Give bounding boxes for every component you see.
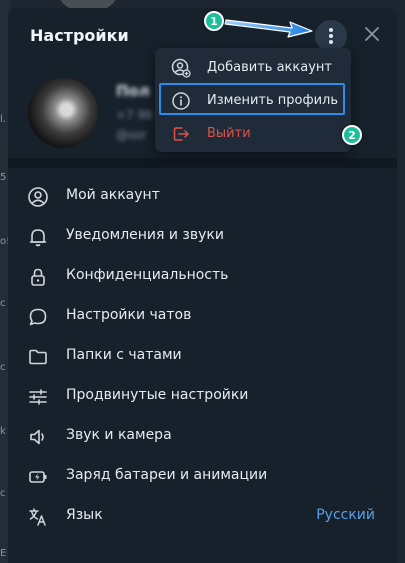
profile-name: Пол	[116, 82, 150, 100]
background-text: E	[0, 548, 7, 559]
settings-item-label: Продвинутые настройки	[66, 387, 249, 403]
settings-item-chat-settings[interactable]: Настройки чатов	[8, 296, 397, 336]
chat-icon	[29, 308, 47, 326]
menu-item-label: Добавить аккаунт	[207, 60, 332, 75]
avatar[interactable]	[28, 78, 98, 148]
settings-item-advanced[interactable]: Продвинутые настройки	[8, 376, 397, 416]
logout-icon	[173, 127, 189, 141]
settings-item-my-account[interactable]: Мой аккаунт	[8, 176, 397, 216]
settings-item-language[interactable]: Язык Русский	[8, 496, 397, 536]
lock-icon	[31, 268, 45, 286]
close-button[interactable]	[360, 22, 384, 46]
translate-icon	[29, 508, 46, 526]
settings-item-label: Папки с чатами	[66, 347, 182, 363]
menu-item-logout[interactable]: Выйти	[155, 118, 351, 150]
profile-phone: +7 96	[116, 108, 153, 122]
background-text: 5	[0, 172, 7, 183]
settings-item-label: Мой аккаунт	[66, 187, 160, 203]
settings-item-chat-folders[interactable]: Папки с чатами	[8, 336, 397, 376]
settings-item-battery[interactable]: Заряд батареи и анимации	[8, 456, 397, 496]
settings-item-notifications[interactable]: Уведомления и звуки	[8, 216, 397, 256]
background-text: c	[0, 488, 6, 499]
bell-icon	[29, 229, 47, 247]
settings-list: Мой аккаунт Уведомления и звуки Конфиден…	[8, 176, 397, 536]
language-value: Русский	[316, 507, 375, 523]
account-icon	[28, 187, 48, 207]
close-icon	[365, 27, 379, 41]
sliders-icon	[29, 389, 47, 405]
step-badge-1: 1	[204, 11, 224, 31]
section-divider	[8, 158, 397, 168]
settings-item-label: Конфиденциальность	[66, 267, 229, 283]
background-text: c	[0, 298, 6, 309]
speaker-icon	[30, 429, 44, 445]
settings-item-label: Звук и камера	[66, 427, 172, 443]
annotation-arrow	[224, 19, 313, 38]
settings-item-label: Язык	[66, 507, 103, 523]
menu-item-add-account[interactable]: Добавить аккаунт	[155, 52, 351, 84]
settings-item-label: Настройки чатов	[66, 307, 192, 323]
profile-username: @sor	[116, 128, 147, 142]
folder-icon	[29, 349, 47, 365]
settings-item-label: Уведомления и звуки	[66, 227, 224, 243]
menu-item-label: Выйти	[207, 126, 251, 141]
add-account-icon	[171, 58, 191, 78]
background-text: l.	[0, 114, 6, 125]
settings-item-sound-camera[interactable]: Звук и камера	[8, 416, 397, 456]
settings-item-label: Заряд батареи и анимации	[66, 467, 268, 483]
highlight-edit-profile	[159, 83, 345, 115]
step-badge-2: 2	[342, 125, 362, 145]
more-vertical-icon	[329, 28, 333, 44]
settings-item-privacy[interactable]: Конфиденциальность	[8, 256, 397, 296]
battery-icon	[29, 471, 47, 483]
background-text: c	[0, 362, 6, 373]
dialog-title: Настройки	[30, 26, 129, 45]
background-text: k	[0, 426, 6, 437]
